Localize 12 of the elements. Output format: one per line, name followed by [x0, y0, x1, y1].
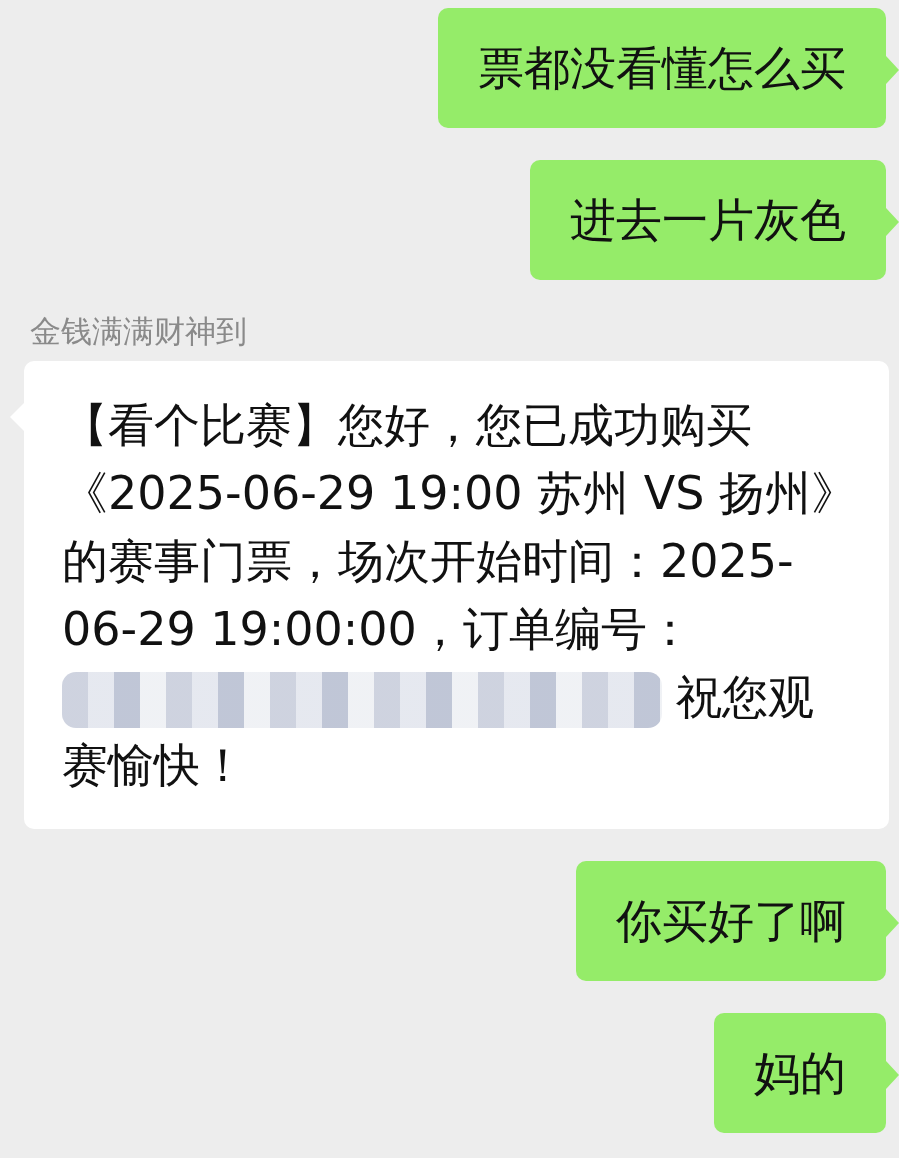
sender-name: 金钱满满财神到	[30, 312, 247, 351]
message-text: 妈的	[714, 1012, 886, 1133]
message-text: 你买好了啊	[576, 860, 886, 981]
message-text: 祝您观	[676, 669, 814, 724]
bubble-tail	[886, 908, 899, 937]
message-text: 【看个比赛】您好，您已成功购买《2025-06-29 19:00 苏州 VS 扬州》的赛事门票，场次开始时间：2025-06-29 19:00:00，订单编号：	[62, 397, 858, 656]
bubble-tail	[886, 1060, 899, 1089]
message-text: 进去一片灰色	[530, 160, 886, 280]
message-text: 票都没看懂怎么买	[438, 8, 886, 128]
bubble-tail	[886, 56, 899, 84]
message-text: 赛愉快！	[62, 737, 246, 792]
bubble-tail	[886, 208, 899, 236]
